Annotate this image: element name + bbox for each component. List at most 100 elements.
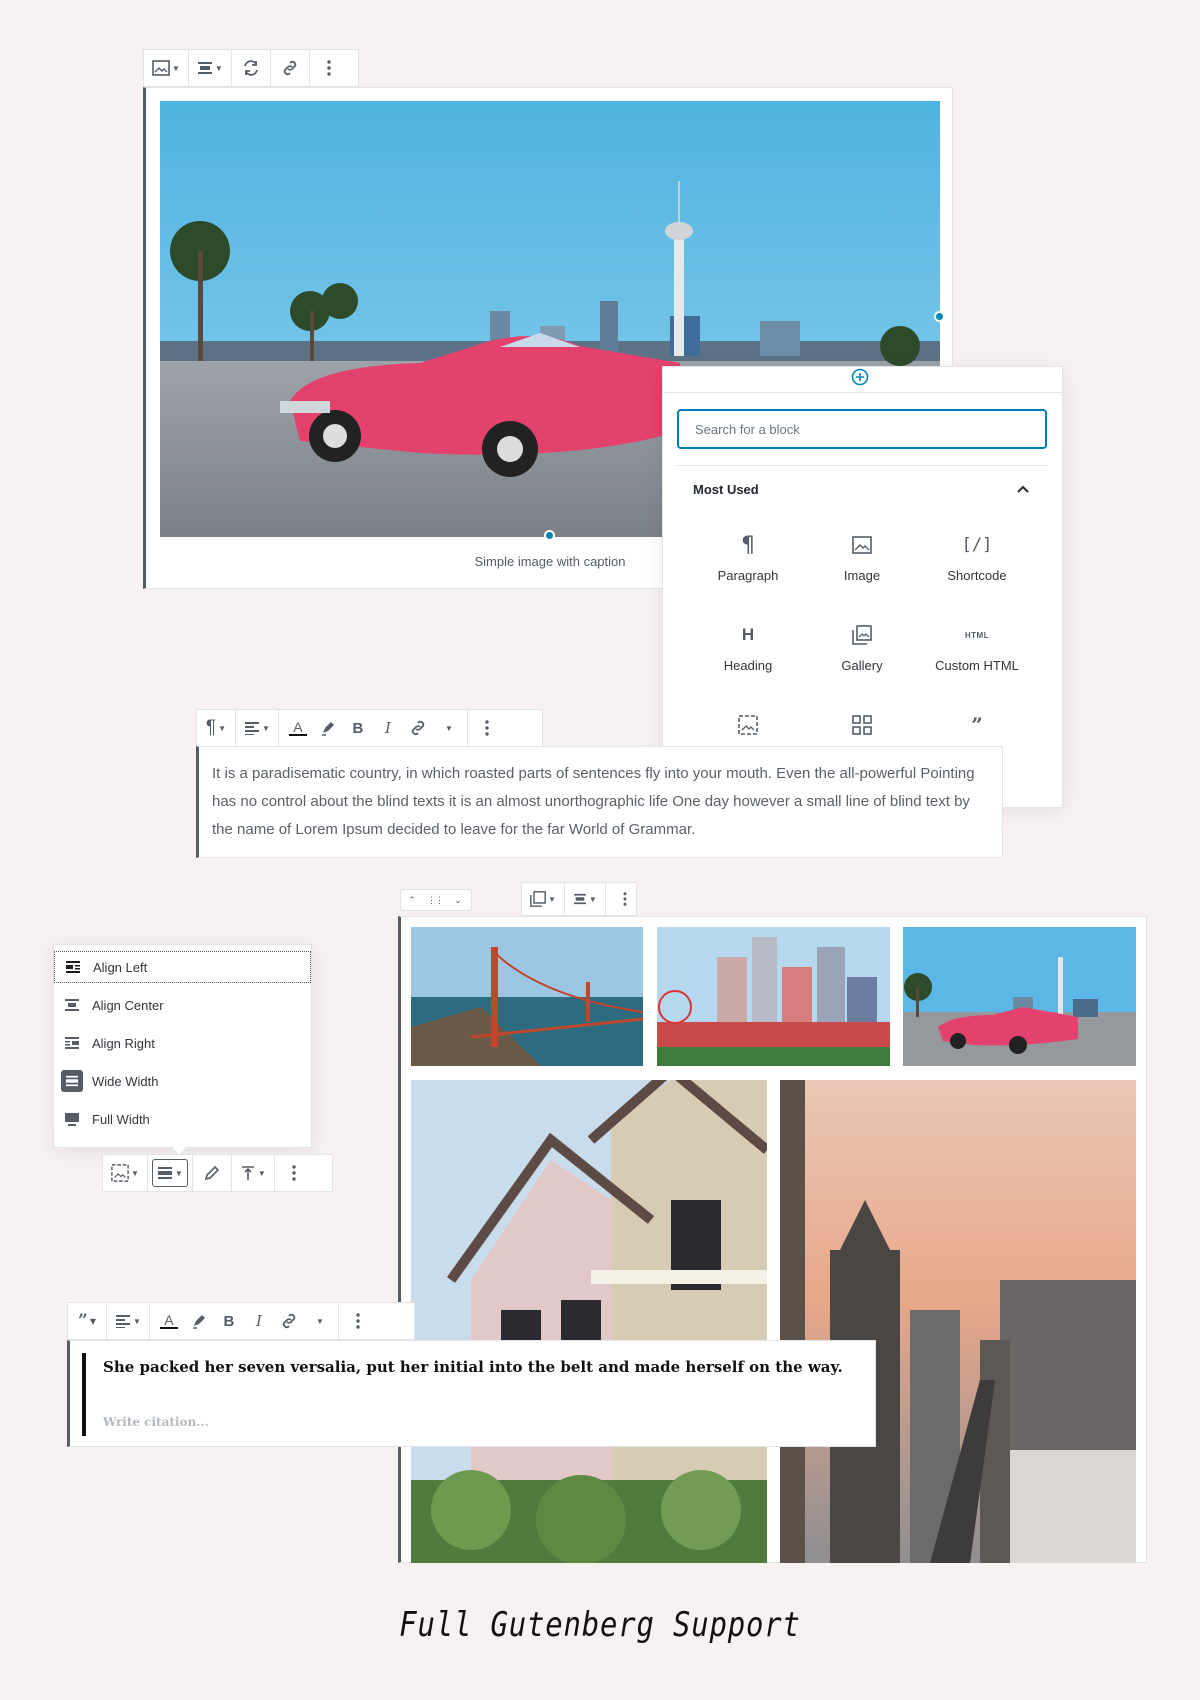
- wide-width-icon: [61, 1070, 83, 1092]
- text-color-icon[interactable]: A: [283, 712, 313, 744]
- quote-text[interactable]: She packed her seven versalia, put her i…: [103, 1358, 863, 1376]
- inserter-divider: [677, 465, 1047, 466]
- quote-align-group: ▼: [107, 1303, 150, 1339]
- text-color-icon[interactable]: A: [154, 1305, 184, 1337]
- align-left-option[interactable]: Align Left: [54, 951, 311, 983]
- align-center-option[interactable]: Align Center: [54, 989, 311, 1021]
- block-label: Image: [843, 568, 881, 583]
- block-label: Paragraph: [717, 568, 779, 583]
- gallery-image-cadillac[interactable]: [903, 927, 1136, 1066]
- block-label: Gallery: [841, 658, 883, 673]
- block-shortcode[interactable]: [/] Shortcode: [922, 530, 1032, 583]
- menu-item-label: Align Center: [92, 997, 164, 1013]
- quote-icon: ”: [971, 713, 983, 737]
- block-image[interactable]: Image: [807, 530, 917, 583]
- gallery-align-group: ▼: [565, 883, 606, 915]
- shortcode-icon: [/]: [961, 535, 993, 555]
- align-left-icon[interactable]: ▼: [111, 1305, 145, 1337]
- heading-icon: H: [741, 625, 755, 644]
- paragraph-toolbar: ¶ ▼ ▼ A B I ▼: [196, 709, 543, 747]
- align-left-icon[interactable]: ▼: [240, 712, 274, 744]
- quote-block[interactable]: [67, 1340, 876, 1447]
- align-top-icon[interactable]: ▼: [236, 1157, 270, 1189]
- block-cover[interactable]: [693, 710, 803, 740]
- menu-item-label: Align Left: [93, 959, 148, 975]
- gallery-more-group: [606, 883, 644, 915]
- columns-icon: [807, 710, 917, 740]
- text-align-group: ▼: [236, 710, 279, 746]
- gallery-image-new-york-new-york[interactable]: [657, 927, 890, 1066]
- full-width-option[interactable]: Full Width: [54, 1103, 311, 1135]
- paragraph-icon: ¶: [741, 532, 755, 558]
- more-group: [468, 710, 506, 746]
- move-up-icon[interactable]: ⌃: [401, 890, 423, 910]
- gallery-image-golden-gate[interactable]: [411, 927, 643, 1066]
- wide-width-option[interactable]: Wide Width: [54, 1065, 311, 1097]
- quote-type-group: ” ▼: [68, 1303, 107, 1339]
- gallery-image-victorian-house[interactable]: [411, 1080, 767, 1563]
- block-gallery[interactable]: Gallery: [807, 620, 917, 673]
- align-menu-list: Align Left Align Center Align Right Wide…: [54, 951, 311, 1151]
- link-icon[interactable]: [274, 1305, 304, 1337]
- gallery-icon[interactable]: ▼: [526, 884, 560, 914]
- more-options-icon[interactable]: [343, 1305, 373, 1337]
- more-formats-icon[interactable]: ▼: [304, 1305, 334, 1337]
- link-icon[interactable]: [275, 52, 305, 84]
- italic-icon[interactable]: I: [373, 712, 403, 744]
- most-used-heading[interactable]: Most Used: [693, 482, 759, 497]
- gallery-image-city-street-sunset[interactable]: [780, 1080, 1136, 1563]
- cover-edit-group: [193, 1155, 232, 1191]
- cover-align-group: ▼: [148, 1155, 193, 1191]
- drag-handle-icon[interactable]: ⋮⋮: [423, 890, 447, 910]
- move-down-icon[interactable]: ⌄: [447, 890, 469, 910]
- more-options-icon[interactable]: [279, 1157, 309, 1189]
- align-center-icon[interactable]: ▼: [569, 884, 601, 914]
- paragraph-text[interactable]: It is a paradisematic country, in which …: [212, 760, 992, 844]
- more-options-icon[interactable]: [314, 52, 344, 84]
- block-search-input[interactable]: Search for a block: [677, 409, 1047, 449]
- menu-item-label: Wide Width: [92, 1073, 159, 1089]
- cover-toolbar: ▼ ▼ ▼: [102, 1154, 333, 1192]
- block-columns[interactable]: [807, 710, 917, 740]
- more-options-icon[interactable]: [472, 712, 502, 744]
- quote-icon[interactable]: ” ▼: [72, 1305, 102, 1337]
- highlight-brush-icon[interactable]: [313, 712, 343, 744]
- replace-icon[interactable]: [236, 52, 266, 84]
- block-paragraph[interactable]: ¶ Paragraph: [693, 530, 803, 584]
- page-title: Full Gutenberg Support: [399, 1605, 801, 1645]
- block-custom-html[interactable]: HTML Custom HTML: [922, 620, 1032, 674]
- more-options-icon[interactable]: [610, 884, 640, 914]
- block-label: Custom HTML: [935, 658, 1019, 673]
- image-icon[interactable]: ▼: [148, 52, 184, 84]
- cover-type-group: ▼: [103, 1155, 148, 1191]
- bold-icon[interactable]: B: [214, 1305, 244, 1337]
- gallery-type-group: ▼: [522, 883, 565, 915]
- collapse-chevron-icon[interactable]: [1016, 482, 1030, 496]
- gallery-toolbar: ▼ ▼: [521, 882, 637, 916]
- block-quote[interactable]: ”: [922, 710, 1032, 740]
- resize-handle-right[interactable]: [934, 311, 945, 322]
- cover-image-icon: [693, 710, 803, 740]
- quote-toolbar: ” ▼ ▼ A B I ▼: [67, 1302, 415, 1340]
- image-icon: [807, 530, 917, 560]
- quote-left-border: [82, 1353, 86, 1436]
- align-center-icon[interactable]: ▼: [193, 52, 227, 84]
- block-label: Heading: [723, 658, 773, 673]
- bold-icon[interactable]: B: [343, 712, 373, 744]
- resize-handle-bottom[interactable]: [544, 530, 555, 541]
- citation-input[interactable]: Write citation...: [103, 1415, 209, 1429]
- more-formats-icon[interactable]: ▼: [433, 712, 463, 744]
- block-heading[interactable]: H Heading: [693, 620, 803, 673]
- italic-icon[interactable]: I: [244, 1305, 274, 1337]
- block-type-group: ¶ ▼: [197, 710, 236, 746]
- highlight-brush-icon[interactable]: [184, 1305, 214, 1337]
- add-block-icon[interactable]: [851, 368, 869, 386]
- align-right-option[interactable]: Align Right: [54, 1027, 311, 1059]
- wide-width-icon[interactable]: ▼: [151, 1159, 188, 1187]
- cover-image-icon[interactable]: ▼: [107, 1157, 143, 1189]
- block-mover: ⌃ ⋮⋮ ⌄: [400, 889, 472, 911]
- paragraph-icon[interactable]: ¶ ▼: [201, 712, 231, 744]
- edit-pencil-icon[interactable]: [197, 1157, 227, 1189]
- link-icon[interactable]: [403, 712, 433, 744]
- replace-group: [232, 50, 271, 86]
